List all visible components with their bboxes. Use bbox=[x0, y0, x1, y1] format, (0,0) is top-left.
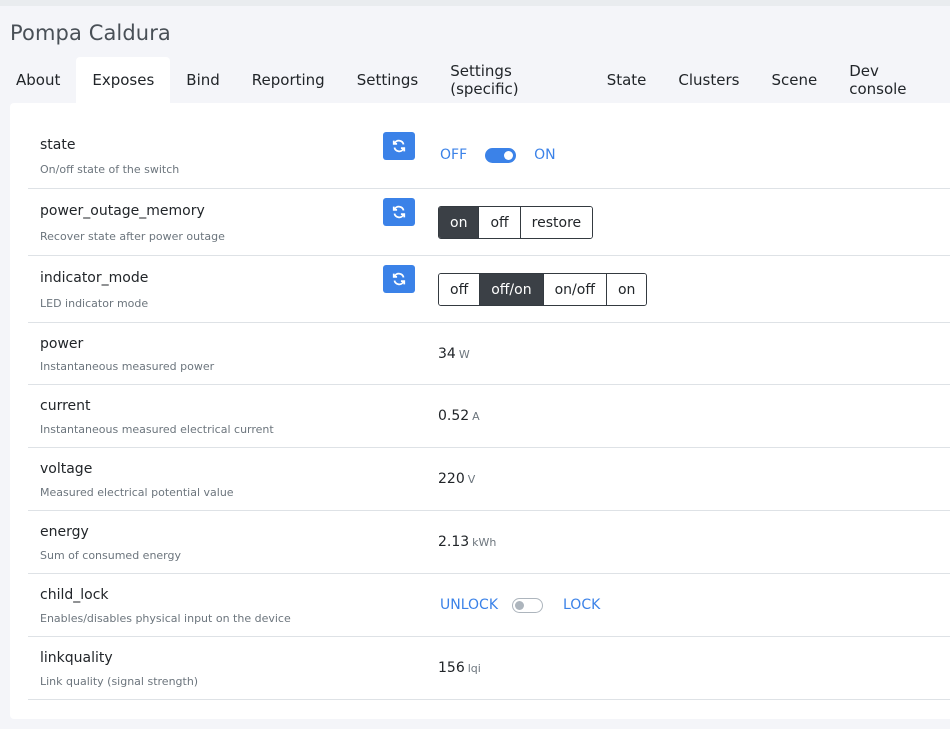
tab-about[interactable]: About bbox=[0, 57, 76, 103]
voltage-value: 220 V bbox=[438, 471, 475, 487]
off-label[interactable]: OFF bbox=[440, 147, 467, 163]
option-off[interactable]: off bbox=[478, 207, 520, 238]
tab-scene[interactable]: Scene bbox=[755, 57, 833, 103]
refresh-icon bbox=[392, 272, 406, 286]
expose-name: voltage bbox=[40, 461, 93, 477]
expose-description: Instantaneous measured power bbox=[40, 360, 215, 373]
lock-label[interactable]: LOCK bbox=[563, 597, 600, 613]
power-value: 34 W bbox=[438, 346, 470, 362]
on-label[interactable]: ON bbox=[534, 147, 556, 163]
refresh-icon bbox=[392, 205, 406, 219]
tab-bar: About Exposes Bind Reporting Settings Se… bbox=[0, 57, 950, 103]
value-unit: V bbox=[467, 473, 476, 486]
tab-clusters[interactable]: Clusters bbox=[662, 57, 755, 103]
expose-name: energy bbox=[40, 524, 89, 540]
top-band bbox=[0, 0, 950, 6]
tab-state[interactable]: State bbox=[591, 57, 663, 103]
expose-name: indicator_mode bbox=[40, 270, 149, 286]
expose-description: Instantaneous measured electrical curren… bbox=[40, 423, 274, 436]
current-value: 0.52 A bbox=[438, 408, 480, 424]
state-switch[interactable] bbox=[485, 147, 517, 163]
value-number: 220 bbox=[438, 471, 465, 487]
device-title: Pompa Caldura bbox=[10, 21, 171, 45]
refresh-button[interactable] bbox=[383, 198, 415, 226]
refresh-button[interactable] bbox=[383, 132, 415, 160]
expose-row-voltage: voltage Measured electrical potential va… bbox=[28, 448, 950, 511]
expose-row-energy: energy Sum of consumed energy 2.13 kWh bbox=[28, 511, 950, 574]
option-on[interactable]: on bbox=[605, 274, 647, 305]
expose-row-linkquality: linkquality Link quality (signal strengt… bbox=[28, 637, 950, 700]
energy-value: 2.13 kWh bbox=[438, 534, 496, 550]
expose-description: Measured electrical potential value bbox=[40, 486, 234, 499]
indicator-mode-selector: off off/on on/off on bbox=[438, 273, 648, 306]
exposes-card: state On/off state of the switch OFF ON … bbox=[10, 103, 950, 719]
value-number: 2.13 bbox=[438, 534, 470, 550]
value-unit: W bbox=[458, 348, 470, 361]
tab-exposes[interactable]: Exposes bbox=[76, 57, 171, 103]
expose-name: linkquality bbox=[40, 650, 113, 666]
child-lock-toggle-group: UNLOCK LOCK bbox=[440, 597, 600, 613]
value-number: 0.52 bbox=[438, 408, 470, 424]
expose-description: On/off state of the switch bbox=[40, 163, 180, 176]
expose-description: Enables/disables physical input on the d… bbox=[40, 612, 291, 625]
expose-name: power bbox=[40, 336, 84, 352]
value-unit: A bbox=[472, 410, 480, 423]
expose-description: Sum of consumed energy bbox=[40, 549, 182, 562]
expose-row-child-lock: child_lock Enables/disables physical inp… bbox=[28, 574, 950, 637]
tab-reporting[interactable]: Reporting bbox=[236, 57, 341, 103]
expose-name: power_outage_memory bbox=[40, 203, 205, 219]
expose-name: current bbox=[40, 398, 91, 414]
child-lock-switch[interactable] bbox=[512, 597, 543, 613]
expose-row-power-outage-memory: power_outage_memory Recover state after … bbox=[28, 189, 950, 256]
refresh-icon bbox=[392, 139, 406, 153]
state-toggle-group: OFF ON bbox=[440, 147, 556, 163]
option-on-off[interactable]: on/off bbox=[542, 274, 606, 305]
tab-dev-console[interactable]: Dev console bbox=[833, 57, 950, 103]
value-number: 156 bbox=[438, 660, 465, 676]
power-outage-memory-selector: on off restore bbox=[438, 206, 594, 239]
option-restore[interactable]: restore bbox=[519, 207, 593, 238]
value-unit: lqi bbox=[467, 662, 481, 675]
tab-settings[interactable]: Settings bbox=[341, 57, 435, 103]
tab-bind[interactable]: Bind bbox=[170, 57, 236, 103]
expose-description: Link quality (signal strength) bbox=[40, 675, 199, 688]
expose-name: state bbox=[40, 137, 76, 153]
switch-knob bbox=[515, 600, 524, 610]
option-off[interactable]: off bbox=[439, 274, 480, 305]
switch-knob bbox=[504, 150, 514, 160]
expose-row-power: power Instantaneous measured power 34 W bbox=[28, 323, 950, 385]
option-off-on[interactable]: off/on bbox=[479, 274, 543, 305]
expose-name: child_lock bbox=[40, 587, 109, 603]
value-number: 34 bbox=[438, 346, 456, 362]
unlock-label[interactable]: UNLOCK bbox=[440, 597, 498, 613]
option-on[interactable]: on bbox=[439, 207, 479, 238]
value-unit: kWh bbox=[472, 536, 497, 549]
expose-row-state: state On/off state of the switch OFF ON bbox=[28, 123, 950, 189]
expose-row-current: current Instantaneous measured electrica… bbox=[28, 385, 950, 448]
tab-settings-specific[interactable]: Settings (specific) bbox=[434, 57, 590, 103]
expose-description: LED indicator mode bbox=[40, 297, 149, 310]
expose-row-indicator-mode: indicator_mode LED indicator mode off of… bbox=[28, 256, 950, 323]
linkquality-value: 156 lqi bbox=[438, 660, 481, 676]
expose-description: Recover state after power outage bbox=[40, 230, 225, 243]
refresh-button[interactable] bbox=[383, 265, 415, 293]
